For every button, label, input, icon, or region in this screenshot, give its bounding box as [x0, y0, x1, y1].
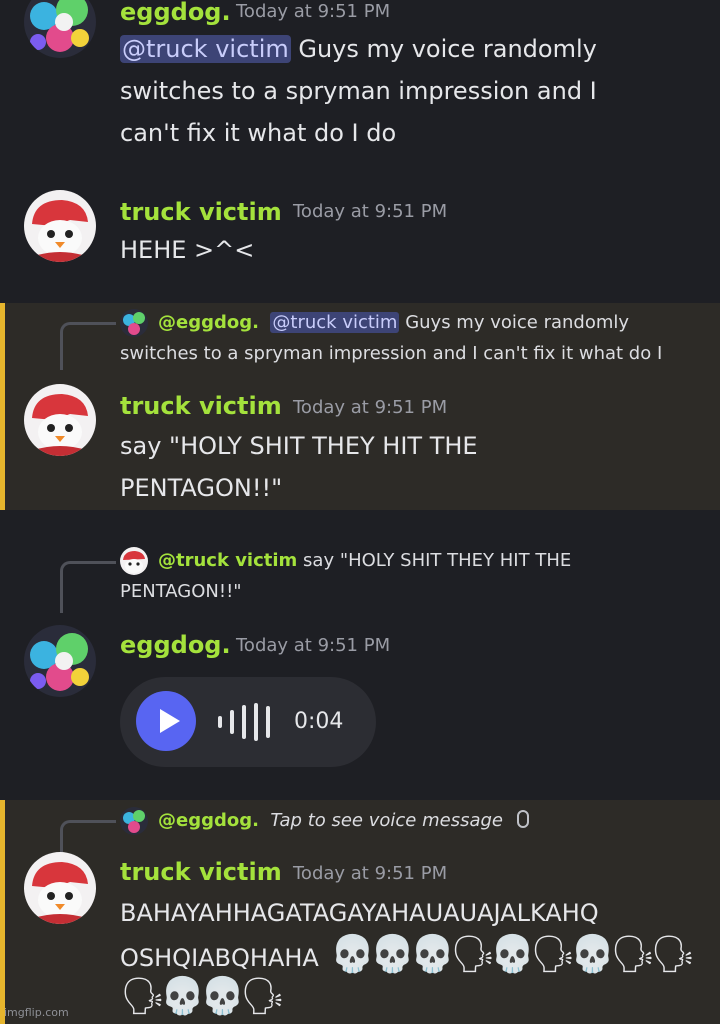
emoji-row: 💀💀💀🗣💀🗣💀🗣🗣	[330, 934, 696, 975]
speaking-head-emoji: 🗣	[610, 934, 656, 975]
author-name[interactable]: truck victim	[120, 858, 282, 886]
skull-emoji: 💀	[330, 934, 376, 975]
author-name[interactable]: eggdog.	[120, 631, 231, 659]
author-name[interactable]: truck victim	[120, 392, 282, 420]
reply-preview[interactable]: @eggdog. Tap to see voice message	[120, 805, 529, 836]
emoji-row: 🗣💀💀🗣	[120, 976, 286, 1018]
reply-preview-line: PENTAGON!!"	[120, 581, 242, 602]
skull-emoji: 💀	[410, 934, 456, 975]
speaking-head-emoji: 🗣	[650, 934, 696, 975]
message-line: can't fix it what do I do	[120, 119, 397, 147]
author-name[interactable]: eggdog.	[120, 0, 231, 26]
reply-avatar	[120, 547, 148, 575]
message-line: switches to a spryman impression and I	[120, 77, 597, 105]
skull-emoji: 💀	[490, 934, 536, 975]
play-icon[interactable]	[136, 691, 196, 751]
reply-spine	[60, 322, 116, 370]
timestamp: Today at 9:51 PM	[293, 863, 448, 884]
skull-emoji: 💀	[160, 976, 205, 1017]
reply-spine	[60, 561, 116, 613]
timestamp: Today at 9:51 PM	[236, 1, 391, 22]
message-line: OSHQIABQHAHA 💀💀💀🗣💀🗣💀🗣🗣	[120, 934, 696, 975]
voice-message-player: 0:04	[120, 677, 376, 767]
message-truck-victim-2: @eggdog. @truck victim Guys my voice ran…	[0, 303, 720, 510]
message-eggdog-1: eggdog. Today at 9:51 PM @truck victim G…	[0, 0, 720, 182]
reply-preview[interactable]: @eggdog. @truck victim Guys my voice ran…	[120, 307, 629, 338]
skull-emoji: 💀	[370, 934, 416, 975]
message-truck-victim-1: truck victim Today at 9:51 PM HEHE >^<	[0, 182, 720, 303]
waveform-icon[interactable]	[218, 703, 278, 741]
message-line: say "HOLY SHIT THEY HIT THE	[120, 432, 478, 460]
reply-mention[interactable]: @truck victim	[270, 312, 400, 333]
timestamp: Today at 9:51 PM	[293, 201, 448, 222]
timestamp: Today at 9:51 PM	[293, 397, 448, 418]
reply-avatar	[120, 807, 148, 835]
truck-victim-avatar[interactable]	[24, 190, 96, 262]
author-name[interactable]: truck victim	[120, 198, 282, 226]
timestamp: Today at 9:51 PM	[236, 635, 391, 656]
speaking-head-emoji: 🗣	[120, 976, 166, 1017]
skull-emoji: 💀	[570, 934, 616, 975]
reply-voice-hint[interactable]: Tap to see voice message	[270, 810, 503, 831]
reply-avatar	[120, 309, 148, 337]
message-truck-victim-3: @eggdog. Tap to see voice message truck …	[0, 800, 720, 1024]
eggdog-avatar[interactable]	[24, 0, 96, 58]
message-line: BAHAYAHHAGATAGAYAHAUAUAJALKAHQ	[120, 899, 599, 927]
reply-author[interactable]: @eggdog.	[158, 810, 259, 831]
speaking-head-emoji: 🗣	[530, 934, 576, 975]
message-eggdog-2: @truck victim say "HOLY SHIT THEY HIT TH…	[0, 510, 720, 800]
reply-preview[interactable]: @truck victim say "HOLY SHIT THEY HIT TH…	[120, 545, 571, 576]
truck-victim-avatar[interactable]	[24, 852, 96, 924]
speaking-head-emoji: 🗣	[240, 976, 286, 1017]
microphone-icon	[516, 810, 529, 828]
skull-emoji: 💀	[200, 976, 245, 1017]
watermark: imgflip.com	[4, 1006, 69, 1019]
voice-duration: 0:04	[294, 709, 344, 734]
message-line: HEHE >^<	[120, 236, 255, 264]
truck-victim-avatar[interactable]	[24, 384, 96, 456]
speaking-head-emoji: 🗣	[450, 934, 496, 975]
message-line: PENTAGON!!"	[120, 474, 283, 502]
reply-preview-line: switches to a spryman impression and I c…	[120, 343, 663, 364]
eggdog-avatar[interactable]	[24, 625, 96, 697]
message-line: @truck victim Guys my voice randomly	[120, 35, 597, 63]
reply-author[interactable]: @eggdog.	[158, 312, 259, 333]
reply-author[interactable]: @truck victim	[158, 550, 297, 571]
user-mention[interactable]: @truck victim	[120, 35, 291, 63]
